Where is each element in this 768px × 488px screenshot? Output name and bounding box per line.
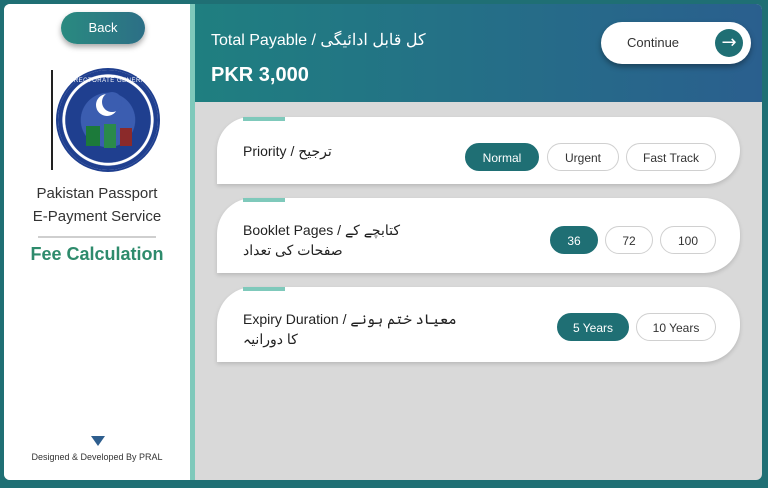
expiry-option-5-years[interactable]: 5 Years <box>557 313 629 341</box>
card-accent <box>243 287 285 291</box>
app-frame: Back DIRECTORATE GENERAL Pakistan Passpo… <box>4 4 762 480</box>
priority-option-normal[interactable]: Normal <box>465 143 539 171</box>
logo-ring-text: DIRECTORATE GENERAL <box>66 78 150 84</box>
header: Total Payable / کل قابل ادائیگی PKR 3,00… <box>195 4 762 102</box>
passport-icon <box>86 126 100 146</box>
continue-button[interactable]: Continue → <box>601 22 751 64</box>
priority-label: Priority / ترجیح <box>243 143 332 159</box>
app-title-line1: Pakistan Passport <box>36 185 158 202</box>
total-payable-label: Total Payable / کل قابل ادائیگی <box>211 32 426 49</box>
booklet-pages-label-line1: Booklet Pages / کتابچے کے <box>243 222 401 238</box>
priority-option-urgent[interactable]: Urgent <box>547 143 619 171</box>
arrow-right-icon: → <box>715 29 743 57</box>
continue-label: Continue <box>627 35 680 50</box>
credit-text: Designed & Developed By PRAL <box>31 452 163 462</box>
pages-option-36[interactable]: 36 <box>550 226 598 254</box>
pages-option-72[interactable]: 72 <box>605 226 653 254</box>
logo-divider <box>51 70 53 170</box>
sidebar-divider <box>38 236 156 238</box>
expiry-duration-label-line2: کا دورانیہ <box>243 331 298 347</box>
booklet-pages-card: Booklet Pages / کتابچے کے صفحات کی تعداد… <box>217 198 740 273</box>
section-title: Fee Calculation <box>30 244 164 264</box>
back-button[interactable]: Back <box>61 12 145 44</box>
pral-logo-icon <box>91 436 105 446</box>
card-accent <box>243 117 285 121</box>
pages-option-100[interactable]: 100 <box>660 226 716 254</box>
booklet-pages-label-line2: صفحات کی تعداد <box>243 242 343 258</box>
expiry-duration-label-line1: Expiry Duration / معیاد ختم ہونے <box>243 311 457 327</box>
directorate-logo: DIRECTORATE GENERAL <box>58 70 158 170</box>
total-amount: PKR 3,000 <box>211 64 309 86</box>
passport-icon <box>104 124 116 148</box>
booklet-pages-label: Booklet Pages / کتابچے کے صفحات کی تعداد <box>243 220 400 260</box>
card-accent <box>243 198 285 202</box>
priority-option-fast-track[interactable]: Fast Track <box>626 143 716 171</box>
passport-icon <box>120 128 132 146</box>
app-title: Pakistan Passport E-Payment Service <box>4 182 190 228</box>
app-title-line2: E-Payment Service <box>32 208 162 225</box>
expiry-duration-card: Expiry Duration / معیاد ختم ہونے کا دورا… <box>217 287 740 362</box>
expiry-duration-label: Expiry Duration / معیاد ختم ہونے کا دورا… <box>243 309 457 349</box>
expiry-option-10-years[interactable]: 10 Years <box>636 313 716 341</box>
crescent-icon <box>96 92 122 116</box>
priority-card: Priority / ترجیح Normal Urgent Fast Trac… <box>217 117 740 184</box>
sidebar: Back DIRECTORATE GENERAL Pakistan Passpo… <box>4 4 195 480</box>
